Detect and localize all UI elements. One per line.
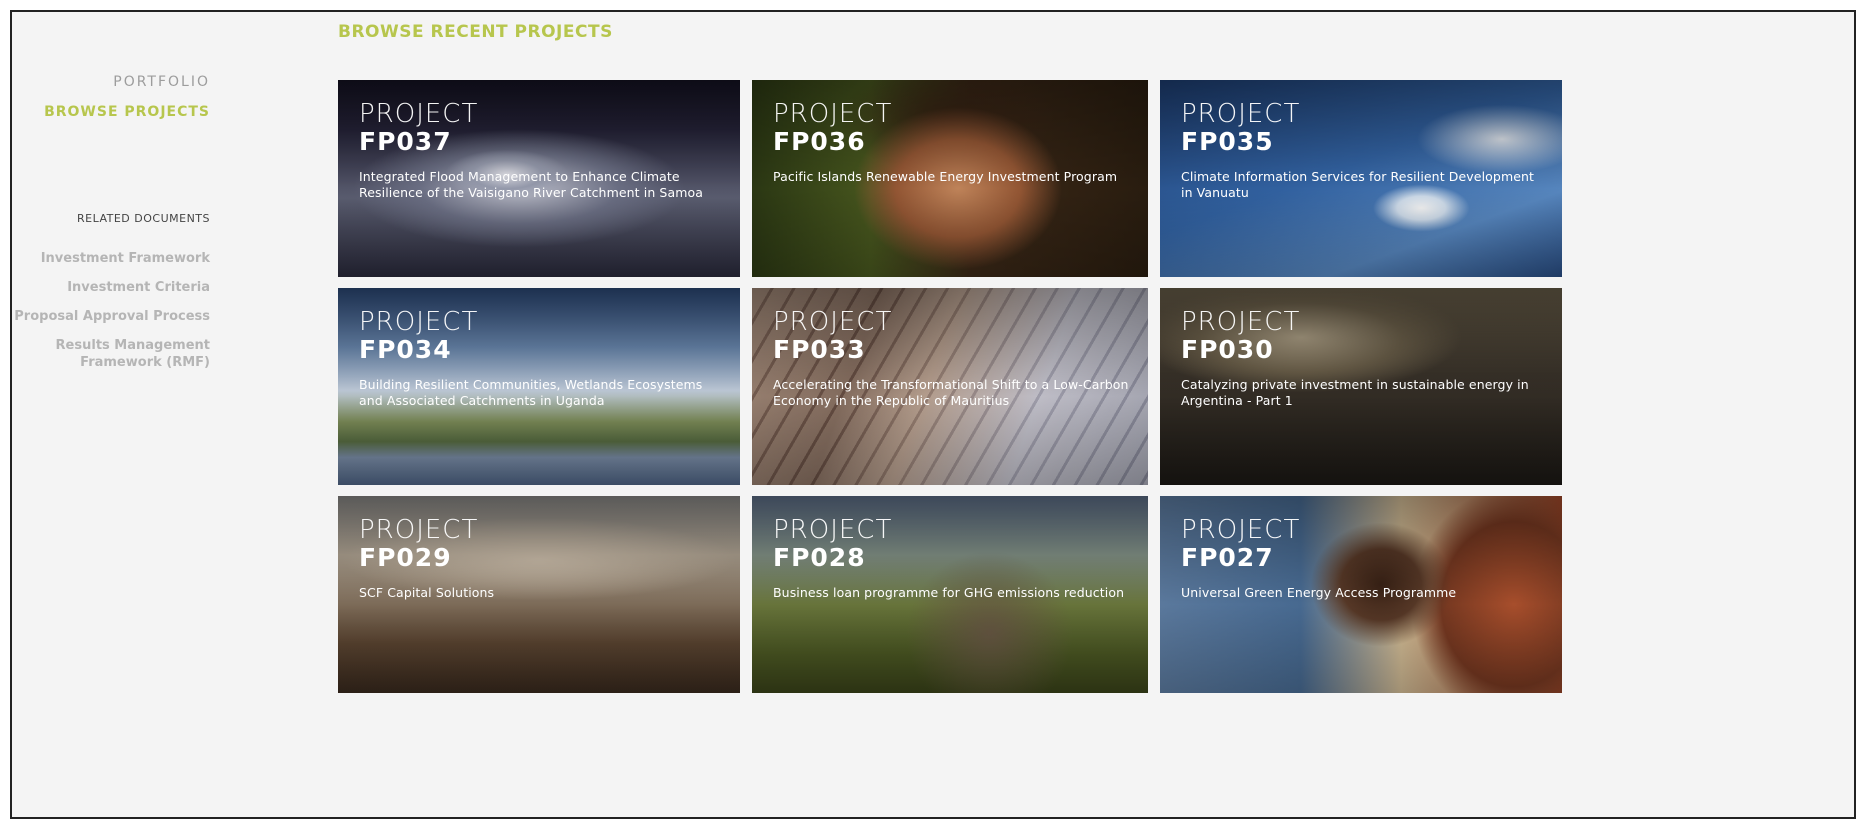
project-id: FP030 xyxy=(1181,335,1274,364)
doc-link-investment-framework[interactable]: Investment Framework xyxy=(41,250,210,267)
page-title: BROWSE RECENT PROJECTS xyxy=(338,22,613,42)
project-word-label: PROJECT xyxy=(359,515,479,545)
project-card-fp034[interactable]: PROJECT FP034 Building Resilient Communi… xyxy=(338,288,740,485)
project-card-fp027[interactable]: PROJECT FP027 Universal Green Energy Acc… xyxy=(1160,496,1562,693)
doc-link-investment-criteria[interactable]: Investment Criteria xyxy=(67,279,210,296)
project-word-label: PROJECT xyxy=(1181,515,1301,545)
doc-link-results-management-framework[interactable]: Results Management Framework (RMF) xyxy=(50,337,210,371)
project-id: FP034 xyxy=(359,335,452,364)
project-title: SCF Capital Solutions xyxy=(359,585,495,600)
card-text: PROJECT FP034 Building Resilient Communi… xyxy=(359,308,726,409)
project-word-label: PROJECT xyxy=(773,99,893,129)
project-id: FP036 xyxy=(773,127,866,156)
card-text: PROJECT FP035 Climate Information Servic… xyxy=(1181,100,1548,201)
project-card-fp036[interactable]: PROJECT FP036 Pacific Islands Renewable … xyxy=(752,80,1148,277)
project-card-fp028[interactable]: PROJECT FP028 Business loan programme fo… xyxy=(752,496,1148,693)
related-documents-heading: RELATED DOCUMENTS xyxy=(76,212,210,225)
project-title: Universal Green Energy Access Programme xyxy=(1181,585,1457,600)
card-text: PROJECT FP027 Universal Green Energy Acc… xyxy=(1181,516,1548,601)
card-text: PROJECT FP033 Accelerating the Transform… xyxy=(773,308,1134,409)
project-word-label: PROJECT xyxy=(773,307,893,337)
project-title: Climate Information Services for Resilie… xyxy=(1181,169,1535,200)
projects-grid: PROJECT FP037 Integrated Flood Managemen… xyxy=(338,80,1562,693)
project-title: Business loan programme for GHG emission… xyxy=(773,585,1125,600)
project-id: FP035 xyxy=(1181,127,1274,156)
project-card-fp030[interactable]: PROJECT FP030 Catalyzing private investm… xyxy=(1160,288,1562,485)
card-text: PROJECT FP036 Pacific Islands Renewable … xyxy=(773,100,1134,185)
project-id: FP029 xyxy=(359,543,452,572)
project-word-label: PROJECT xyxy=(1181,307,1301,337)
project-id: FP037 xyxy=(359,127,452,156)
project-card-fp029[interactable]: PROJECT FP029 SCF Capital Solutions xyxy=(338,496,740,693)
card-text: PROJECT FP030 Catalyzing private investm… xyxy=(1181,308,1548,409)
project-word-label: PROJECT xyxy=(773,515,893,545)
project-title: Building Resilient Communities, Wetlands… xyxy=(359,377,703,408)
project-title: Catalyzing private investment in sustain… xyxy=(1181,377,1529,408)
project-title: Accelerating the Transformational Shift … xyxy=(773,377,1129,408)
card-text: PROJECT FP037 Integrated Flood Managemen… xyxy=(359,100,726,201)
card-text: PROJECT FP028 Business loan programme fo… xyxy=(773,516,1134,601)
page-frame: BROWSE RECENT PROJECTS PORTFOLIO BROWSE … xyxy=(10,10,1856,819)
project-card-fp037[interactable]: PROJECT FP037 Integrated Flood Managemen… xyxy=(338,80,740,277)
nav-portfolio-link[interactable]: PORTFOLIO xyxy=(113,74,210,90)
card-text: PROJECT FP029 SCF Capital Solutions xyxy=(359,516,726,601)
project-title: Integrated Flood Management to Enhance C… xyxy=(359,169,703,200)
project-title: Pacific Islands Renewable Energy Investm… xyxy=(773,169,1118,184)
nav-browse-projects-link[interactable]: BROWSE PROJECTS xyxy=(44,104,210,120)
project-id: FP027 xyxy=(1181,543,1274,572)
project-word-label: PROJECT xyxy=(359,307,479,337)
project-id: FP028 xyxy=(773,543,866,572)
project-card-fp035[interactable]: PROJECT FP035 Climate Information Servic… xyxy=(1160,80,1562,277)
doc-link-proposal-approval-process[interactable]: Proposal Approval Process xyxy=(14,308,210,325)
project-word-label: PROJECT xyxy=(1181,99,1301,129)
project-word-label: PROJECT xyxy=(359,99,479,129)
project-card-fp033[interactable]: PROJECT FP033 Accelerating the Transform… xyxy=(752,288,1148,485)
project-id: FP033 xyxy=(773,335,866,364)
